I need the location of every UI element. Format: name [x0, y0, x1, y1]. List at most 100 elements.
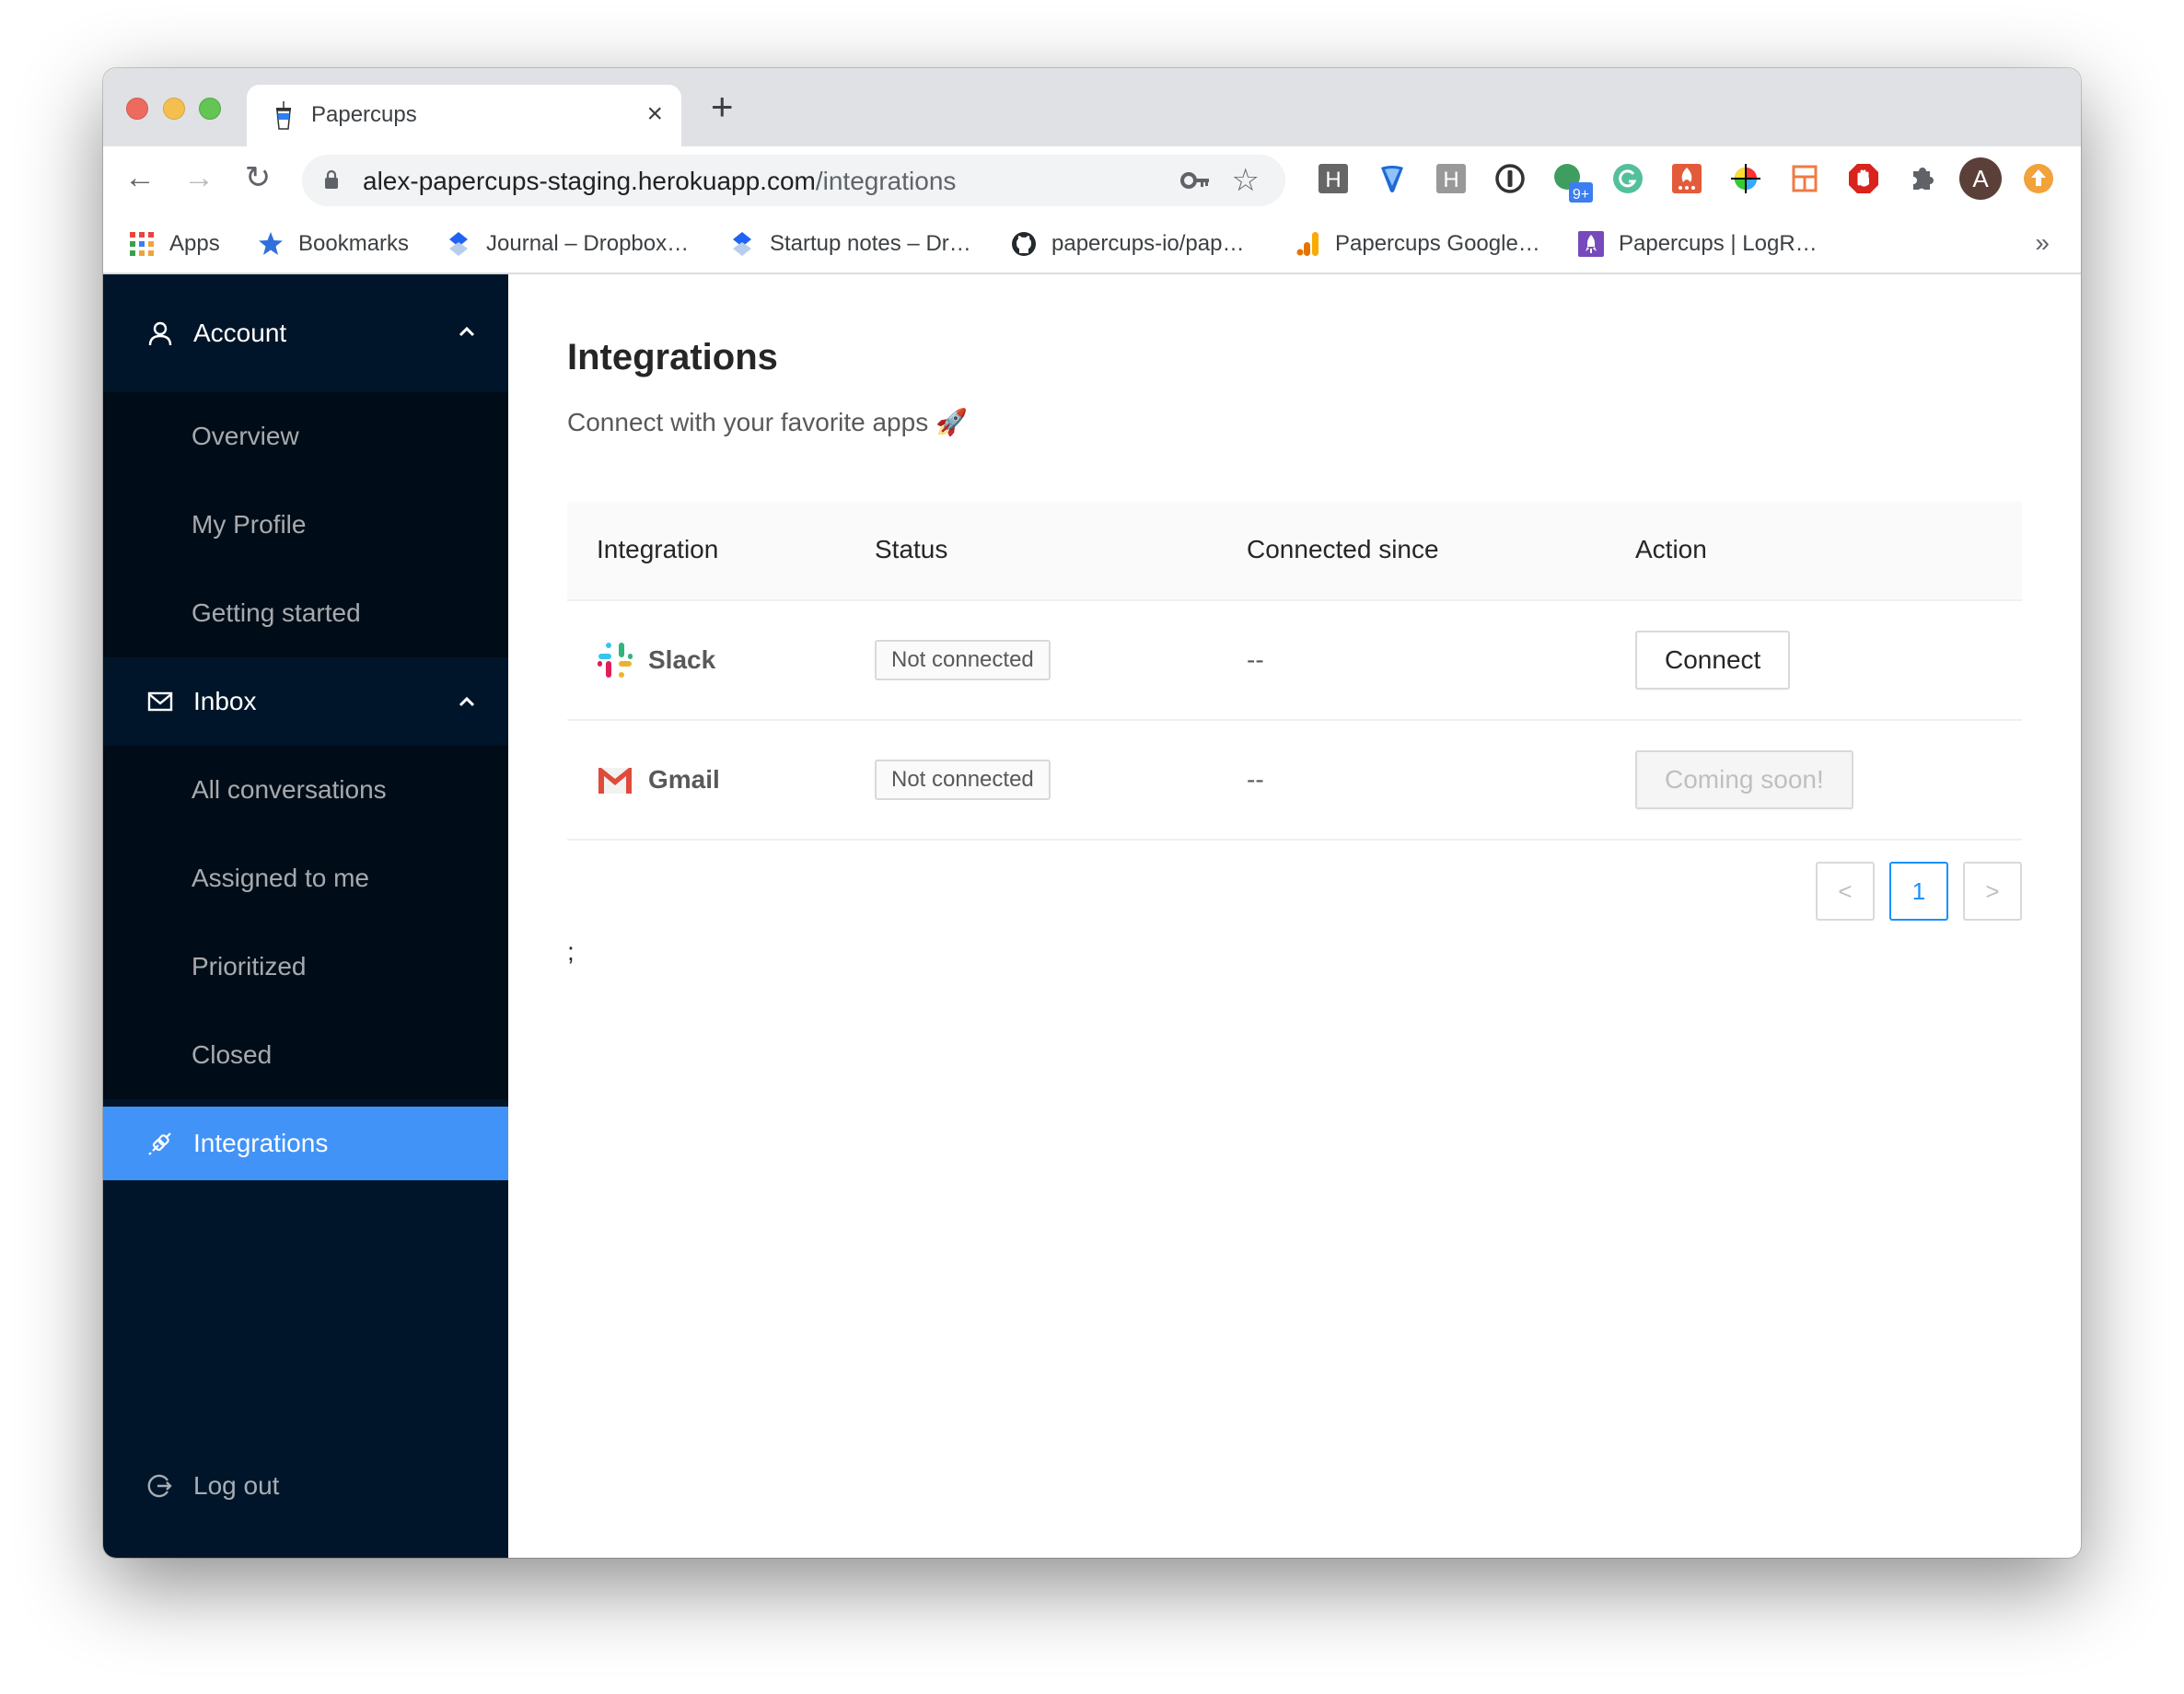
- bookmark-startup-notes[interactable]: Startup notes – Dr…: [729, 228, 971, 260]
- bookmark-journal-dropbox[interactable]: Journal – Dropbox…: [446, 228, 689, 260]
- action-cell: Coming soon!: [1635, 721, 1853, 839]
- pagination-prev-button[interactable]: <: [1816, 862, 1875, 921]
- lock-icon: [325, 169, 338, 189]
- bookmark-google-analytics[interactable]: Papercups Google…: [1295, 228, 1540, 260]
- logout-icon: [147, 1474, 172, 1498]
- main-content: Integrations Connect with your favorite …: [508, 274, 2081, 1558]
- sidebar-group-account[interactable]: Account: [103, 274, 508, 392]
- gmail-logo-icon: [598, 768, 632, 794]
- url-text[interactable]: alex-papercups-staging.herokuapp.com/int…: [363, 167, 956, 196]
- dropbox-paper-icon: [733, 232, 751, 256]
- grammarly-icon[interactable]: [1611, 162, 1644, 195]
- bookmark-star-icon[interactable]: ☆: [1232, 162, 1260, 199]
- app-container: Account Overview My Profile Getting star…: [103, 274, 2081, 1558]
- profile-avatar[interactable]: A: [1959, 157, 2002, 200]
- sidebar-inbox-submenu: All conversations Assigned to me Priorit…: [103, 746, 508, 1099]
- coming-soon-gmail-button[interactable]: Coming soon!: [1635, 750, 1853, 809]
- update-arrow-icon[interactable]: [2022, 162, 2055, 195]
- table-row: Slack Not connected -- Connect: [567, 601, 2022, 721]
- extensions-puzzle-icon[interactable]: [1906, 162, 1939, 195]
- sidebar-item-label: Closed: [192, 1040, 273, 1069]
- google-analytics-icon: [1296, 232, 1319, 256]
- status-cell: Not connected: [875, 601, 1051, 719]
- sidebar-account-submenu: Overview My Profile Getting started: [103, 392, 508, 657]
- color-picker-icon[interactable]: [1729, 162, 1762, 195]
- tab-close-icon[interactable]: ×: [646, 98, 663, 131]
- action-cell: Connect: [1635, 601, 1791, 719]
- browser-window: Papercups × + ← → ↻ alex-papercups-stagi…: [103, 68, 2081, 1558]
- bookmark-github-papercups[interactable]: papercups-io/pap…: [1011, 228, 1244, 260]
- new-tab-button[interactable]: +: [711, 87, 734, 126]
- bookmark-logrocket[interactable]: Papercups | LogR…: [1578, 228, 1818, 260]
- sidebar-item-my-profile[interactable]: My Profile: [103, 481, 508, 569]
- sidebar-item-label: Getting started: [192, 598, 361, 627]
- connected-since-value: --: [1247, 645, 1264, 674]
- page-title: Integrations: [567, 337, 778, 377]
- integration-name: Gmail: [648, 765, 720, 794]
- sidebar-group-label: Inbox: [193, 687, 257, 715]
- sidebar: Account Overview My Profile Getting star…: [103, 274, 508, 1558]
- layout-extension-icon[interactable]: [1788, 162, 1821, 195]
- integration-cell: Gmail: [597, 721, 720, 839]
- honey-h-icon[interactable]: H: [1317, 162, 1350, 195]
- sidebar-item-assigned-to-me[interactable]: Assigned to me: [103, 834, 508, 922]
- bookmark-label: Papercups | LogR…: [1619, 231, 1818, 256]
- tab-papercups[interactable]: Papercups ×: [247, 85, 681, 146]
- maximize-window-button[interactable]: [199, 98, 221, 120]
- sidebar-item-label: Overview: [192, 422, 299, 450]
- pagination-page-1[interactable]: 1: [1889, 862, 1948, 921]
- reload-icon[interactable]: ↻: [239, 159, 276, 196]
- connected-since-cell: --: [1247, 721, 1264, 839]
- page-subtitle: Connect with your favorite apps 🚀: [567, 408, 968, 436]
- slack-logo-icon: [598, 643, 633, 678]
- integration-cell: Slack: [597, 601, 715, 719]
- pagination-next-button[interactable]: >: [1963, 862, 2022, 921]
- bookmark-bookmarks[interactable]: Bookmarks: [258, 228, 409, 260]
- integrations-table: Integration Status Connected since Actio…: [567, 502, 2022, 841]
- plug-icon: [148, 1132, 171, 1155]
- extension-badge: 9+: [1573, 187, 1589, 203]
- dropbox-paper-icon: [449, 232, 468, 256]
- apps-grid-icon: [130, 232, 154, 256]
- sidebar-group-inbox[interactable]: Inbox: [103, 657, 508, 746]
- svg-text:H: H: [1325, 168, 1341, 192]
- logrocket-icon: [1578, 231, 1604, 257]
- connect-slack-button[interactable]: Connect: [1635, 631, 1791, 690]
- logout-button[interactable]: Log out: [147, 1471, 279, 1501]
- adblock-hand-icon[interactable]: [1847, 162, 1880, 195]
- onepassword-icon[interactable]: [1493, 162, 1527, 195]
- hypothesis-h-icon[interactable]: H: [1435, 162, 1468, 195]
- bookmark-label: Journal – Dropbox…: [486, 231, 690, 256]
- fire-extension-icon[interactable]: [1670, 162, 1703, 195]
- mail-icon: [147, 691, 173, 712]
- sidebar-group-label: Account: [193, 319, 287, 347]
- sidebar-item-integrations[interactable]: Integrations: [103, 1107, 508, 1180]
- column-header-status: Status: [875, 535, 948, 563]
- back-arrow-icon[interactable]: ←: [122, 159, 158, 196]
- address-bar[interactable]: alex-papercups-staging.herokuapp.com/int…: [302, 155, 1285, 206]
- vimeo-v-icon[interactable]: [1376, 162, 1409, 195]
- bookmark-label: papercups-io/pap…: [1051, 231, 1245, 256]
- browser-toolbar: ← → ↻ alex-papercups-staging.herokuapp.c…: [103, 146, 2081, 214]
- bookmarks-overflow-button[interactable]: »: [2035, 228, 2050, 258]
- forward-arrow-icon[interactable]: →: [180, 159, 217, 196]
- sidebar-item-label: Assigned to me: [192, 864, 369, 892]
- bookmark-apps[interactable]: Apps: [129, 228, 220, 260]
- sidebar-item-prioritized[interactable]: Prioritized: [103, 922, 508, 1011]
- sidebar-item-getting-started[interactable]: Getting started: [103, 569, 508, 657]
- sidebar-item-label: Prioritized: [192, 952, 307, 980]
- password-key-icon[interactable]: [1180, 168, 1210, 193]
- sidebar-item-closed[interactable]: Closed: [103, 1011, 508, 1099]
- green-circle-badge-icon[interactable]: 9+: [1552, 162, 1595, 204]
- minimize-window-button[interactable]: [163, 98, 185, 120]
- close-window-button[interactable]: [126, 98, 148, 120]
- status-badge: Not connected: [875, 640, 1051, 680]
- table-header: Integration Status Connected since Actio…: [567, 502, 2022, 601]
- pagination: < 1 >: [1816, 862, 2022, 921]
- user-icon: [148, 321, 172, 346]
- url-host: alex-papercups-staging.herokuapp.com: [363, 167, 816, 195]
- connected-since-cell: --: [1247, 601, 1264, 719]
- sidebar-item-all-conversations[interactable]: All conversations: [103, 746, 508, 834]
- sidebar-item-overview[interactable]: Overview: [103, 392, 508, 481]
- svg-text:H: H: [1443, 168, 1458, 192]
